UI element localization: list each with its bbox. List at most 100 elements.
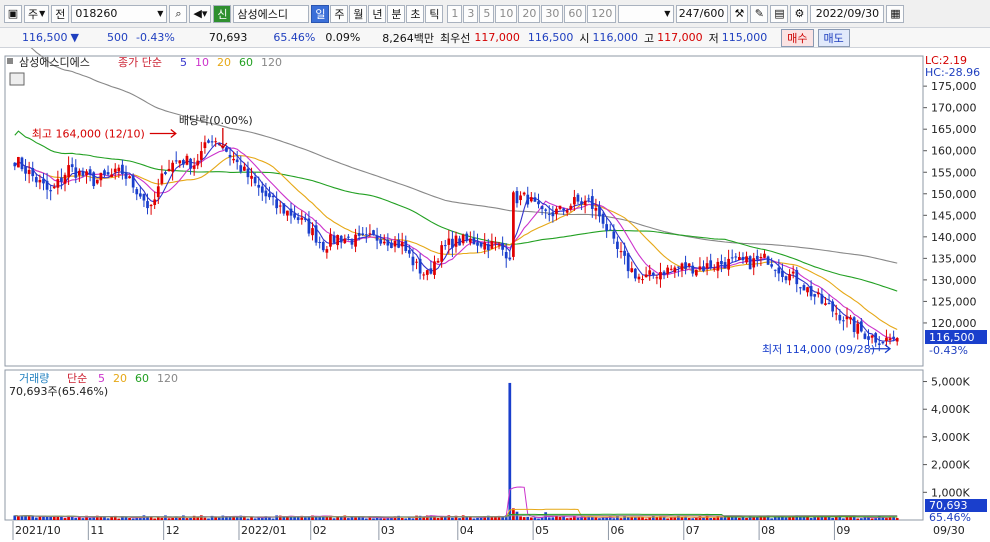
candle-body bbox=[820, 294, 824, 304]
volume-bar bbox=[619, 518, 623, 520]
x-tick-label: 07 bbox=[686, 524, 700, 537]
chevron-down-icon: ▼ bbox=[664, 9, 671, 18]
annotation-low: 최저 114,000 (09/28) bbox=[762, 343, 875, 356]
tab-period-0[interactable]: 일 bbox=[311, 4, 330, 23]
candle-body bbox=[95, 179, 99, 184]
tools-icon[interactable]: ⚒ bbox=[730, 4, 749, 23]
search-icon[interactable]: ⌕ bbox=[169, 4, 188, 23]
candle-body bbox=[655, 277, 659, 279]
credit-badge[interactable]: 신 bbox=[213, 4, 232, 23]
candle-body bbox=[225, 147, 228, 152]
minute-step-5[interactable]: 30 bbox=[541, 4, 564, 23]
tab-period-1[interactable]: 주 bbox=[330, 4, 349, 23]
buy-button[interactable]: 매수 bbox=[781, 28, 814, 47]
data-count[interactable]: 247/600 bbox=[676, 4, 729, 23]
volume-bar bbox=[770, 518, 774, 520]
x-tick-label: 2022/01 bbox=[241, 524, 287, 537]
minute-step-6[interactable]: 60 bbox=[564, 4, 587, 23]
candle-body bbox=[555, 208, 558, 214]
price-chart-area[interactable]: 120,000 125,000 130,000 135,000 140,000 145,0… bbox=[0, 48, 990, 542]
candle-body bbox=[644, 274, 648, 278]
candle-body bbox=[827, 302, 831, 305]
price-panel-frame bbox=[4, 55, 924, 367]
high-price: 117,000 bbox=[657, 31, 703, 44]
minute-step-0[interactable]: 1 bbox=[447, 4, 463, 23]
vol-legend-name: 거래량 bbox=[19, 372, 49, 385]
tab-period-2[interactable]: 월 bbox=[349, 4, 368, 23]
minute-step-7[interactable]: 120 bbox=[587, 4, 617, 23]
step-dropdown[interactable]: ▼ bbox=[618, 4, 675, 23]
candle-body bbox=[235, 159, 239, 163]
candle-body bbox=[31, 168, 35, 177]
candle-body bbox=[415, 261, 418, 263]
minute-step-1[interactable]: 3 bbox=[463, 4, 479, 23]
volume-bar bbox=[60, 516, 63, 520]
date-input[interactable]: 2022/09/30 bbox=[810, 4, 885, 23]
candle-body bbox=[52, 186, 56, 189]
candle-body bbox=[300, 217, 304, 220]
candle-body bbox=[390, 242, 393, 249]
chart-window-icon[interactable]: ▣ bbox=[4, 4, 22, 23]
minute-step-4[interactable]: 20 bbox=[518, 4, 541, 23]
calendar-icon[interactable]: ▦ bbox=[886, 4, 905, 23]
candle-body bbox=[461, 234, 465, 244]
candle-body bbox=[870, 335, 874, 338]
candle-body bbox=[354, 234, 357, 247]
low-price: 115,000 bbox=[721, 31, 768, 44]
gear-icon[interactable]: ⚙ bbox=[790, 4, 809, 23]
period-select[interactable]: 주 ▼ bbox=[24, 4, 50, 23]
candle-body bbox=[27, 169, 31, 175]
candle-body bbox=[680, 263, 684, 271]
sound-icon[interactable]: ◀▾ bbox=[189, 4, 212, 23]
candle-body bbox=[590, 196, 594, 209]
candle-body bbox=[623, 250, 626, 256]
candle-body bbox=[106, 172, 110, 175]
vol-tick-label: 5,000K bbox=[931, 376, 970, 389]
candle-body bbox=[677, 266, 680, 268]
minute-step-2[interactable]: 5 bbox=[479, 4, 495, 23]
volume-bar bbox=[738, 517, 741, 520]
volume-bar bbox=[569, 517, 573, 520]
volume-bar bbox=[874, 518, 878, 520]
sell-button[interactable]: 매도 bbox=[817, 28, 850, 47]
candle-body bbox=[339, 235, 343, 243]
candle-body bbox=[436, 260, 440, 263]
candle-body bbox=[88, 169, 92, 175]
candle-body bbox=[863, 333, 867, 339]
stock-code-input[interactable]: 018260 ▼ bbox=[71, 4, 168, 23]
candle-body bbox=[659, 272, 662, 280]
tab-period-4[interactable]: 분 bbox=[387, 4, 406, 23]
candle-body bbox=[637, 276, 641, 280]
legend-ma-10: 10 bbox=[195, 56, 209, 69]
candle-body bbox=[203, 142, 207, 149]
price-change: 500 bbox=[106, 31, 128, 44]
minute-step-3[interactable]: 10 bbox=[495, 4, 518, 23]
y-tick-label: 155,000 bbox=[931, 166, 977, 179]
pen-icon[interactable]: ✎ bbox=[750, 4, 769, 23]
candle-body bbox=[160, 173, 164, 184]
vol-legend-value: 70,693주(65.46%) bbox=[9, 385, 108, 398]
vol-tick-label: 2,000K bbox=[931, 459, 970, 472]
candle-body bbox=[386, 239, 390, 246]
candle-body bbox=[404, 240, 408, 251]
x-tick-label: 04 bbox=[460, 524, 474, 537]
save-icon[interactable]: ▤ bbox=[770, 4, 789, 23]
tab-period-5[interactable]: 초 bbox=[406, 4, 425, 23]
candle-body bbox=[393, 240, 397, 247]
candle-body bbox=[411, 256, 415, 266]
volume-bar bbox=[131, 518, 135, 520]
volume-bar bbox=[712, 517, 716, 520]
candle-body bbox=[605, 224, 609, 231]
prev-button[interactable]: 전 bbox=[51, 4, 70, 23]
candle-body bbox=[766, 256, 770, 265]
y-tick-label: 120,000 bbox=[931, 317, 977, 330]
candle-body bbox=[752, 258, 756, 268]
candle-body bbox=[745, 256, 748, 263]
candle-body bbox=[641, 279, 644, 281]
tab-period-3[interactable]: 년 bbox=[368, 4, 387, 23]
candle-body bbox=[694, 269, 698, 276]
volume-bar bbox=[816, 517, 820, 520]
candle-body bbox=[296, 217, 300, 221]
tab-period-6[interactable]: 틱 bbox=[425, 4, 444, 23]
candle-body bbox=[185, 155, 189, 165]
